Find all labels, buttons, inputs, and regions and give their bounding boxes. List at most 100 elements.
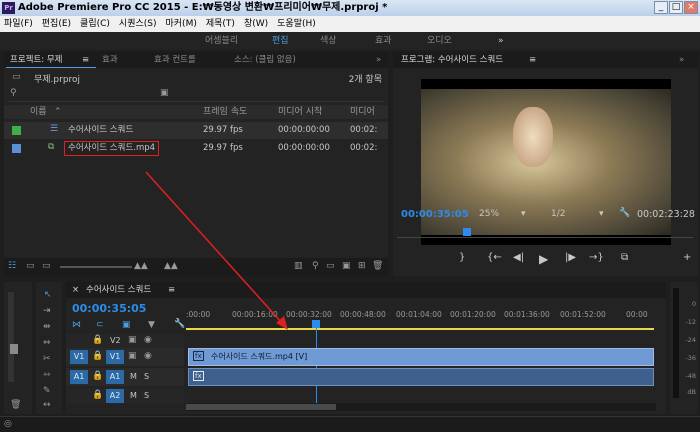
trash-icon[interactable]: 🗑 xyxy=(372,261,383,271)
menu-title[interactable]: 제목(T) xyxy=(206,19,235,29)
tab-sequence[interactable]: 수어사이드 스쿼드 xyxy=(86,282,151,298)
menu-edit[interactable]: 편집(E) xyxy=(42,19,71,29)
program-scrubber[interactable] xyxy=(397,226,693,238)
workspace-overflow-icon[interactable]: » xyxy=(498,32,504,50)
sync-lock-icon[interactable]: ▣ xyxy=(128,351,137,361)
col-media-end[interactable]: 미디어 xyxy=(350,105,375,119)
sort-icon[interactable]: ▲▲ xyxy=(164,261,178,271)
program-current-time[interactable]: 00:00:35:05 xyxy=(401,209,469,220)
label-color-swatch[interactable] xyxy=(12,126,21,135)
project-menu-icon[interactable]: ≡ xyxy=(82,52,89,68)
clear-icon[interactable]: ⊞ xyxy=(358,261,366,271)
wrench-icon[interactable]: 🔧 xyxy=(174,319,185,329)
table-row[interactable]: ☰ 수어사이드 스쿼드 29.97 fps 00:00:00:00 00:02: xyxy=(4,122,388,139)
export-frame-icon[interactable]: ⧉ xyxy=(621,252,628,263)
menu-sequence[interactable]: 시퀀스(S) xyxy=(119,19,157,29)
lock-icon[interactable]: 🔒 xyxy=(92,390,103,400)
add-marker-icon[interactable]: ▣ xyxy=(122,320,131,330)
button-editor-icon[interactable]: + xyxy=(683,252,691,263)
menu-help[interactable]: 도움말(H) xyxy=(277,19,316,29)
workspace-effects[interactable]: 효과 xyxy=(375,32,392,50)
col-media-start[interactable]: 미디어 시작 xyxy=(278,105,322,119)
step-forward-icon[interactable]: |▶ xyxy=(565,252,576,263)
marker-icon[interactable]: ▼ xyxy=(148,320,155,330)
new-bin-icon[interactable]: ▣ xyxy=(160,88,169,98)
pen-tool-icon[interactable]: ✎ xyxy=(43,386,51,396)
close-button[interactable]: × xyxy=(684,1,698,14)
selection-tool-icon[interactable]: ↖ xyxy=(44,290,52,300)
find-icon[interactable]: ⚲ xyxy=(312,261,319,271)
track-target-v1[interactable]: V1 xyxy=(106,350,124,364)
scroll-thumb[interactable] xyxy=(186,404,336,410)
linked-selection-icon[interactable]: ⊂ xyxy=(96,320,104,330)
timeline-scrollbar[interactable] xyxy=(186,403,656,411)
workspace-editing[interactable]: 편집 xyxy=(272,32,289,50)
workspace-audio[interactable]: 오디오 xyxy=(427,32,452,50)
new-bin-icon[interactable]: ▭ xyxy=(326,261,335,271)
go-to-in-icon[interactable]: {← xyxy=(487,252,502,263)
eye-icon[interactable]: ◉ xyxy=(144,351,152,361)
chevron-down-icon[interactable]: ▾ xyxy=(599,209,604,219)
track-target-a2[interactable]: A2 xyxy=(106,389,124,403)
time-ruler[interactable]: :00:00 00:00:16:00 00:00:32:00 00:00:48:… xyxy=(186,310,654,334)
playhead[interactable] xyxy=(463,228,471,236)
mute-button[interactable]: M xyxy=(130,372,137,381)
play-icon[interactable]: ▶ xyxy=(539,252,548,266)
audio-clip[interactable]: fx xyxy=(188,368,654,386)
lock-icon[interactable]: 🔒 xyxy=(92,335,103,345)
zoom-slider[interactable] xyxy=(60,266,132,268)
table-row[interactable]: ⧉ 수어사이드 스쿼드.mp4 29.97 fps 00:00:00:00 00… xyxy=(4,140,388,157)
maximize-button[interactable]: □ xyxy=(669,1,683,14)
label-color-swatch[interactable] xyxy=(12,144,21,153)
track-select-tool-icon[interactable]: ⇥ xyxy=(43,306,51,316)
go-to-out-icon[interactable]: →} xyxy=(589,252,604,263)
source-patch-v1[interactable]: V1 xyxy=(70,350,88,364)
panel-overflow-icon[interactable]: » xyxy=(679,52,684,68)
timeline-playhead[interactable] xyxy=(312,320,320,328)
solo-button[interactable]: S xyxy=(144,372,149,381)
freeform-view-icon[interactable]: ▭ xyxy=(42,261,51,271)
search-bar[interactable]: ⚲ ▣ xyxy=(8,88,384,102)
mute-button[interactable]: M xyxy=(130,391,137,400)
solo-button[interactable]: S xyxy=(144,391,149,400)
close-icon[interactable]: × xyxy=(72,282,79,298)
tab-effects[interactable]: 효과 xyxy=(102,52,118,68)
lock-icon[interactable]: 🔒 xyxy=(92,371,103,381)
source-patch-a1[interactable]: A1 xyxy=(70,370,88,384)
zoom-select[interactable]: 25% xyxy=(479,209,499,219)
menu-marker[interactable]: 마커(M) xyxy=(166,19,197,29)
hand-tool-icon[interactable]: ↔ xyxy=(43,400,51,410)
trash-icon[interactable]: 🗑 xyxy=(10,400,21,410)
sort-arrow-icon[interactable]: ⌃ xyxy=(54,105,62,119)
minimize-button[interactable]: _ xyxy=(654,1,668,14)
work-area-bar[interactable] xyxy=(186,328,654,330)
lock-icon[interactable]: 🔒 xyxy=(92,351,103,361)
tab-effect-controls[interactable]: 효과 컨트롤 xyxy=(154,52,196,68)
video-clip[interactable]: fx 수어사이드 스쿼드.mp4 [V] xyxy=(188,348,654,366)
rolling-edit-tool-icon[interactable]: ⇔ xyxy=(43,338,51,348)
sort-icon[interactable]: ▲▲ xyxy=(134,261,148,271)
ripple-edit-tool-icon[interactable]: ⇹ xyxy=(43,322,51,332)
wrench-icon[interactable]: 🔧 xyxy=(619,208,630,218)
col-frame-rate[interactable]: 프레임 속도 xyxy=(203,105,247,119)
chevron-down-icon[interactable]: ▾ xyxy=(521,209,526,219)
track-target-a1[interactable]: A1 xyxy=(106,370,124,384)
snap-icon[interactable]: ⋈ xyxy=(72,320,81,330)
automate-icon[interactable]: ▥ xyxy=(294,261,303,271)
tools-scroll-handle[interactable] xyxy=(10,344,18,354)
workspace-color[interactable]: 색상 xyxy=(320,32,337,50)
timeline-current-time[interactable]: 00:00:35:05 xyxy=(72,302,146,315)
tab-program[interactable]: 프로그램: 수어사이드 스쿼드 xyxy=(401,52,503,68)
program-menu-icon[interactable]: ≡ xyxy=(529,52,536,68)
col-name[interactable]: 이름 xyxy=(30,105,47,119)
panel-overflow-icon[interactable]: » xyxy=(376,52,381,68)
eye-icon[interactable]: ◉ xyxy=(144,335,152,345)
menu-window[interactable]: 창(W) xyxy=(244,19,268,29)
slip-tool-icon[interactable]: ⇿ xyxy=(43,370,51,380)
menu-clip[interactable]: 클립(C) xyxy=(80,19,110,29)
sync-lock-icon[interactable]: ▣ xyxy=(128,335,137,345)
razor-tool-icon[interactable]: ✂ xyxy=(43,354,51,364)
timeline-menu-icon[interactable]: ≡ xyxy=(168,282,175,298)
menu-file[interactable]: 파일(F) xyxy=(4,19,33,29)
step-back-icon[interactable]: ◀| xyxy=(513,252,524,263)
